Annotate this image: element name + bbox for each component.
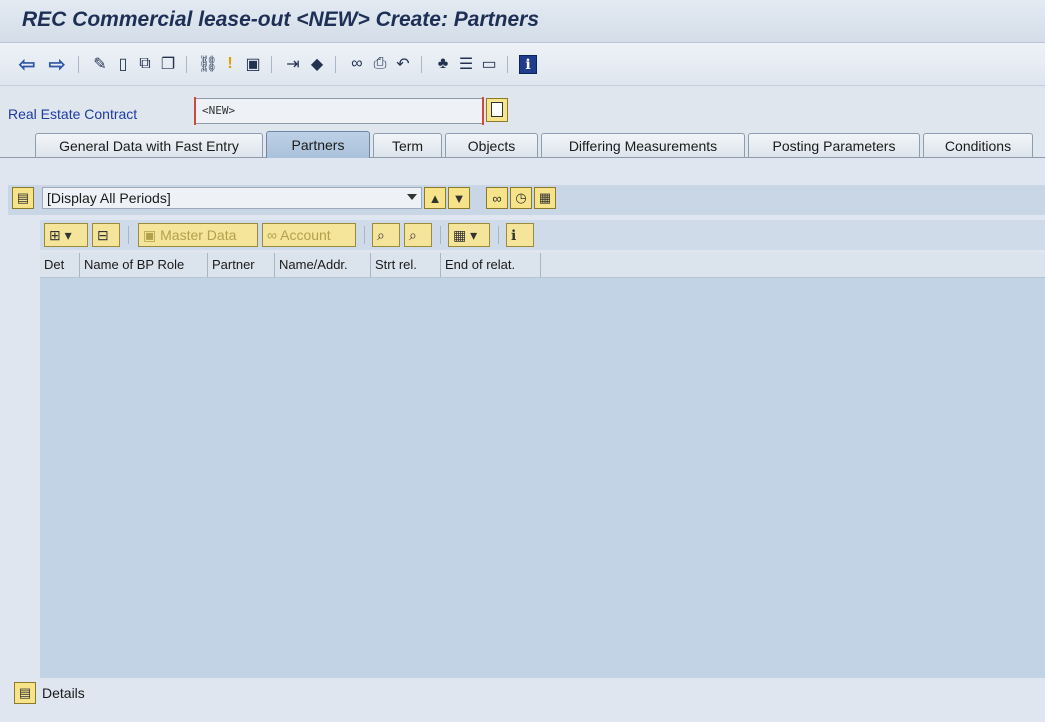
- new-document-icon[interactable]: ▯: [113, 54, 133, 74]
- row-selector-column[interactable]: [8, 253, 41, 678]
- real-estate-contract-label: Real Estate Contract: [8, 106, 138, 122]
- glasses-icon[interactable]: ∞: [347, 54, 367, 74]
- tab-conditions[interactable]: Conditions: [923, 133, 1033, 157]
- history-icon[interactable]: ↶: [393, 54, 413, 74]
- arrow-down-icon[interactable]: ▼: [448, 187, 470, 209]
- title-bar: REC Commercial lease-out <NEW> Create: P…: [0, 0, 1045, 43]
- period-select[interactable]: [Display All Periods]: [42, 187, 422, 209]
- tab-term[interactable]: Term: [373, 133, 442, 157]
- partners-grid-body[interactable]: [40, 278, 1045, 678]
- document-icon[interactable]: [486, 98, 508, 122]
- toolbar-separator: [78, 56, 79, 73]
- transfer-icon[interactable]: ⇥: [283, 54, 303, 74]
- find-next-icon[interactable]: ⌕: [404, 223, 432, 247]
- link-icon[interactable]: ⛓: [198, 54, 218, 74]
- grid-column-header: Det Name of BP Role Partner Name/Addr. S…: [40, 253, 1045, 278]
- save-icon[interactable]: ▣: [243, 54, 263, 74]
- toolbar-separator: [421, 56, 422, 73]
- list-icon[interactable]: ☰: [456, 54, 476, 74]
- details-label: Details: [42, 685, 85, 701]
- toolbar-separator: [507, 56, 508, 73]
- window-title: REC Commercial lease-out <NEW> Create: P…: [22, 8, 540, 31]
- warning-icon[interactable]: !: [220, 54, 240, 74]
- delete-row-icon[interactable]: ⊟: [92, 223, 120, 247]
- period-grid-icon[interactable]: ▦: [534, 187, 556, 209]
- layout-icon[interactable]: ▦ ▾: [448, 223, 490, 247]
- master-data-icon: ▣: [143, 227, 161, 243]
- print-icon[interactable]: ⎙: [370, 54, 390, 74]
- toolbar-separator: [335, 56, 336, 73]
- column-strt-rel[interactable]: Strt rel.: [371, 253, 441, 277]
- find-icon[interactable]: ⌕: [372, 223, 400, 247]
- tab-differing-measurements[interactable]: Differing Measurements: [541, 133, 745, 157]
- info-icon[interactable]: i: [519, 55, 537, 74]
- forward-arrow-icon[interactable]: ⇨: [47, 54, 67, 76]
- master-data-button[interactable]: ▣ Master Data: [138, 223, 258, 247]
- account-button[interactable]: ∞ Account: [262, 223, 356, 247]
- chevron-down-icon: [407, 194, 417, 200]
- toolbar-separator: [186, 56, 187, 73]
- duplicate-icon[interactable]: ❐: [158, 54, 178, 74]
- folder-toggle-icon[interactable]: ▤: [12, 187, 34, 209]
- back-arrow-icon[interactable]: ⇦: [17, 54, 37, 76]
- period-overview-icon[interactable]: ∞: [486, 187, 508, 209]
- column-end-of-relat[interactable]: End of relat.: [441, 253, 541, 277]
- clock-icon[interactable]: ◷: [510, 187, 532, 209]
- tab-partners[interactable]: Partners: [266, 131, 370, 158]
- edit-wand-icon[interactable]: ✎: [90, 54, 110, 74]
- column-name-of-bp-role[interactable]: Name of BP Role: [80, 253, 208, 277]
- period-bar: ▤ [Display All Periods] ▲ ▼ ∞ ◷ ▦: [8, 185, 1045, 215]
- grid-toolbar: ⊞ ▾ ⊟ ▣ Master Data ∞ Account ⌕ ⌕ ▦ ▾ ℹ: [40, 220, 1045, 250]
- tab-objects[interactable]: Objects: [445, 133, 538, 157]
- period-select-value: [Display All Periods]: [47, 190, 171, 206]
- tab-posting-parameters[interactable]: Posting Parameters: [748, 133, 920, 157]
- grid-separator: [498, 226, 499, 244]
- partners-panel: ▤ [Display All Periods] ▲ ▼ ∞ ◷ ▦ ⊞ ▾ ⊟ …: [0, 158, 1045, 722]
- real-estate-contract-field[interactable]: <NEW>: [194, 97, 484, 125]
- application-toolbar: ⇦ ⇨ ✎ ▯ ⧉ ❐ ⛓ ! ▣ ⇥ ◆ ∞ ⎙ ↶ ♣ ☰ ▭ i: [0, 43, 1045, 86]
- account-icon: ∞: [267, 227, 281, 243]
- hierarchy-icon[interactable]: ♣: [433, 54, 453, 74]
- grid-separator: [364, 226, 365, 244]
- column-det[interactable]: Det: [40, 253, 80, 277]
- add-row-icon[interactable]: ⊞ ▾: [44, 223, 88, 247]
- grid-separator: [440, 226, 441, 244]
- master-data-label: Master Data: [160, 227, 237, 243]
- grid-separator: [128, 226, 129, 244]
- tab-general-data-with-fast-entry[interactable]: General Data with Fast Entry: [35, 133, 263, 157]
- tab-strip: General Data with Fast Entry Partners Te…: [0, 130, 1045, 158]
- eraser-icon[interactable]: ◆: [307, 54, 327, 74]
- account-label: Account: [280, 227, 331, 243]
- grid-info-icon[interactable]: ℹ: [506, 223, 534, 247]
- arrow-up-icon[interactable]: ▲: [424, 187, 446, 209]
- display-icon[interactable]: ▭: [479, 54, 499, 74]
- toolbar-separator: [271, 56, 272, 73]
- column-partner[interactable]: Partner: [208, 253, 275, 277]
- details-icon: ▤: [14, 682, 36, 704]
- column-name-addr[interactable]: Name/Addr.: [275, 253, 371, 277]
- copy-icon[interactable]: ⧉: [135, 54, 155, 74]
